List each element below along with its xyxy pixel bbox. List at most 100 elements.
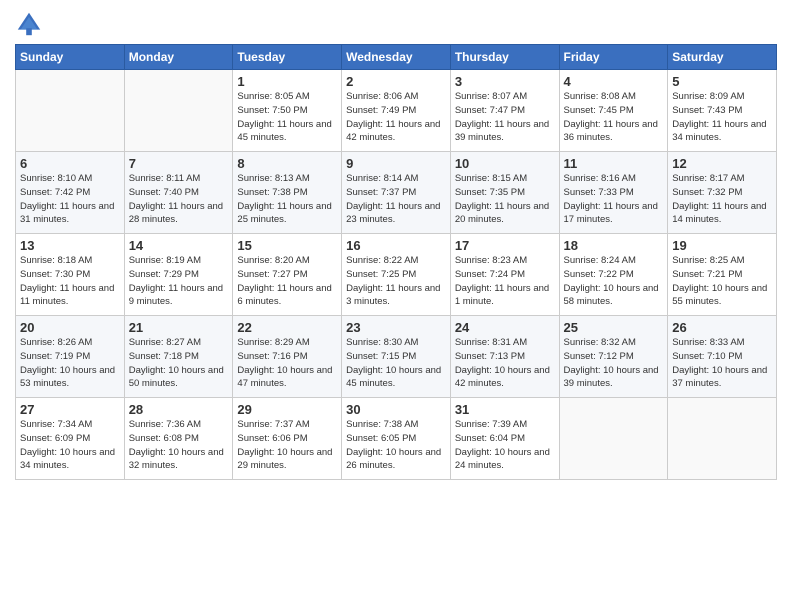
day-number: 23: [346, 320, 446, 335]
day-number: 21: [129, 320, 229, 335]
day-info: Sunrise: 8:05 AM Sunset: 7:50 PM Dayligh…: [237, 90, 337, 145]
day-number: 9: [346, 156, 446, 171]
day-info: Sunrise: 8:23 AM Sunset: 7:24 PM Dayligh…: [455, 254, 555, 309]
day-cell-7: 7Sunrise: 8:11 AM Sunset: 7:40 PM Daylig…: [124, 152, 233, 234]
day-info: Sunrise: 8:06 AM Sunset: 7:49 PM Dayligh…: [346, 90, 446, 145]
weekday-header-wednesday: Wednesday: [342, 45, 451, 70]
week-row-5: 27Sunrise: 7:34 AM Sunset: 6:09 PM Dayli…: [16, 398, 777, 480]
day-cell-2: 2Sunrise: 8:06 AM Sunset: 7:49 PM Daylig…: [342, 70, 451, 152]
day-cell-5: 5Sunrise: 8:09 AM Sunset: 7:43 PM Daylig…: [668, 70, 777, 152]
day-number: 12: [672, 156, 772, 171]
day-number: 17: [455, 238, 555, 253]
weekday-header-tuesday: Tuesday: [233, 45, 342, 70]
weekday-header-thursday: Thursday: [450, 45, 559, 70]
day-cell-3: 3Sunrise: 8:07 AM Sunset: 7:47 PM Daylig…: [450, 70, 559, 152]
empty-cell: [559, 398, 668, 480]
day-cell-10: 10Sunrise: 8:15 AM Sunset: 7:35 PM Dayli…: [450, 152, 559, 234]
day-number: 25: [564, 320, 664, 335]
logo-icon: [15, 10, 43, 38]
day-number: 15: [237, 238, 337, 253]
day-info: Sunrise: 8:07 AM Sunset: 7:47 PM Dayligh…: [455, 90, 555, 145]
day-cell-26: 26Sunrise: 8:33 AM Sunset: 7:10 PM Dayli…: [668, 316, 777, 398]
day-cell-17: 17Sunrise: 8:23 AM Sunset: 7:24 PM Dayli…: [450, 234, 559, 316]
day-cell-19: 19Sunrise: 8:25 AM Sunset: 7:21 PM Dayli…: [668, 234, 777, 316]
day-info: Sunrise: 8:18 AM Sunset: 7:30 PM Dayligh…: [20, 254, 120, 309]
day-number: 3: [455, 74, 555, 89]
day-info: Sunrise: 8:33 AM Sunset: 7:10 PM Dayligh…: [672, 336, 772, 391]
day-info: Sunrise: 8:26 AM Sunset: 7:19 PM Dayligh…: [20, 336, 120, 391]
day-number: 30: [346, 402, 446, 417]
day-info: Sunrise: 8:25 AM Sunset: 7:21 PM Dayligh…: [672, 254, 772, 309]
week-row-2: 6Sunrise: 8:10 AM Sunset: 7:42 PM Daylig…: [16, 152, 777, 234]
day-number: 13: [20, 238, 120, 253]
day-number: 2: [346, 74, 446, 89]
day-info: Sunrise: 8:16 AM Sunset: 7:33 PM Dayligh…: [564, 172, 664, 227]
day-cell-18: 18Sunrise: 8:24 AM Sunset: 7:22 PM Dayli…: [559, 234, 668, 316]
day-cell-15: 15Sunrise: 8:20 AM Sunset: 7:27 PM Dayli…: [233, 234, 342, 316]
day-cell-12: 12Sunrise: 8:17 AM Sunset: 7:32 PM Dayli…: [668, 152, 777, 234]
day-cell-14: 14Sunrise: 8:19 AM Sunset: 7:29 PM Dayli…: [124, 234, 233, 316]
day-number: 11: [564, 156, 664, 171]
day-info: Sunrise: 7:37 AM Sunset: 6:06 PM Dayligh…: [237, 418, 337, 473]
day-info: Sunrise: 8:08 AM Sunset: 7:45 PM Dayligh…: [564, 90, 664, 145]
day-number: 26: [672, 320, 772, 335]
weekday-header-saturday: Saturday: [668, 45, 777, 70]
day-info: Sunrise: 8:32 AM Sunset: 7:12 PM Dayligh…: [564, 336, 664, 391]
day-cell-29: 29Sunrise: 7:37 AM Sunset: 6:06 PM Dayli…: [233, 398, 342, 480]
day-number: 28: [129, 402, 229, 417]
day-number: 10: [455, 156, 555, 171]
day-cell-13: 13Sunrise: 8:18 AM Sunset: 7:30 PM Dayli…: [16, 234, 125, 316]
day-number: 7: [129, 156, 229, 171]
day-number: 5: [672, 74, 772, 89]
day-info: Sunrise: 7:39 AM Sunset: 6:04 PM Dayligh…: [455, 418, 555, 473]
day-number: 8: [237, 156, 337, 171]
day-cell-9: 9Sunrise: 8:14 AM Sunset: 7:37 PM Daylig…: [342, 152, 451, 234]
day-cell-16: 16Sunrise: 8:22 AM Sunset: 7:25 PM Dayli…: [342, 234, 451, 316]
week-row-1: 1Sunrise: 8:05 AM Sunset: 7:50 PM Daylig…: [16, 70, 777, 152]
day-number: 6: [20, 156, 120, 171]
day-number: 29: [237, 402, 337, 417]
day-cell-22: 22Sunrise: 8:29 AM Sunset: 7:16 PM Dayli…: [233, 316, 342, 398]
week-row-3: 13Sunrise: 8:18 AM Sunset: 7:30 PM Dayli…: [16, 234, 777, 316]
day-number: 31: [455, 402, 555, 417]
weekday-header-friday: Friday: [559, 45, 668, 70]
day-number: 19: [672, 238, 772, 253]
day-info: Sunrise: 8:24 AM Sunset: 7:22 PM Dayligh…: [564, 254, 664, 309]
empty-cell: [16, 70, 125, 152]
day-cell-25: 25Sunrise: 8:32 AM Sunset: 7:12 PM Dayli…: [559, 316, 668, 398]
week-row-4: 20Sunrise: 8:26 AM Sunset: 7:19 PM Dayli…: [16, 316, 777, 398]
day-number: 1: [237, 74, 337, 89]
empty-cell: [668, 398, 777, 480]
empty-cell: [124, 70, 233, 152]
day-info: Sunrise: 7:38 AM Sunset: 6:05 PM Dayligh…: [346, 418, 446, 473]
day-cell-30: 30Sunrise: 7:38 AM Sunset: 6:05 PM Dayli…: [342, 398, 451, 480]
header: [15, 10, 777, 38]
day-number: 4: [564, 74, 664, 89]
day-cell-4: 4Sunrise: 8:08 AM Sunset: 7:45 PM Daylig…: [559, 70, 668, 152]
day-cell-27: 27Sunrise: 7:34 AM Sunset: 6:09 PM Dayli…: [16, 398, 125, 480]
day-cell-11: 11Sunrise: 8:16 AM Sunset: 7:33 PM Dayli…: [559, 152, 668, 234]
day-info: Sunrise: 8:31 AM Sunset: 7:13 PM Dayligh…: [455, 336, 555, 391]
day-info: Sunrise: 8:20 AM Sunset: 7:27 PM Dayligh…: [237, 254, 337, 309]
day-number: 24: [455, 320, 555, 335]
day-cell-20: 20Sunrise: 8:26 AM Sunset: 7:19 PM Dayli…: [16, 316, 125, 398]
day-info: Sunrise: 8:11 AM Sunset: 7:40 PM Dayligh…: [129, 172, 229, 227]
day-cell-8: 8Sunrise: 8:13 AM Sunset: 7:38 PM Daylig…: [233, 152, 342, 234]
weekday-header-monday: Monday: [124, 45, 233, 70]
logo-area: [15, 10, 45, 38]
day-info: Sunrise: 7:34 AM Sunset: 6:09 PM Dayligh…: [20, 418, 120, 473]
day-cell-28: 28Sunrise: 7:36 AM Sunset: 6:08 PM Dayli…: [124, 398, 233, 480]
calendar-table: SundayMondayTuesdayWednesdayThursdayFrid…: [15, 44, 777, 480]
day-cell-21: 21Sunrise: 8:27 AM Sunset: 7:18 PM Dayli…: [124, 316, 233, 398]
day-info: Sunrise: 8:14 AM Sunset: 7:37 PM Dayligh…: [346, 172, 446, 227]
day-info: Sunrise: 8:17 AM Sunset: 7:32 PM Dayligh…: [672, 172, 772, 227]
day-info: Sunrise: 8:09 AM Sunset: 7:43 PM Dayligh…: [672, 90, 772, 145]
day-info: Sunrise: 8:29 AM Sunset: 7:16 PM Dayligh…: [237, 336, 337, 391]
day-info: Sunrise: 7:36 AM Sunset: 6:08 PM Dayligh…: [129, 418, 229, 473]
day-info: Sunrise: 8:30 AM Sunset: 7:15 PM Dayligh…: [346, 336, 446, 391]
day-number: 16: [346, 238, 446, 253]
day-info: Sunrise: 8:27 AM Sunset: 7:18 PM Dayligh…: [129, 336, 229, 391]
day-info: Sunrise: 8:22 AM Sunset: 7:25 PM Dayligh…: [346, 254, 446, 309]
day-info: Sunrise: 8:15 AM Sunset: 7:35 PM Dayligh…: [455, 172, 555, 227]
day-cell-23: 23Sunrise: 8:30 AM Sunset: 7:15 PM Dayli…: [342, 316, 451, 398]
